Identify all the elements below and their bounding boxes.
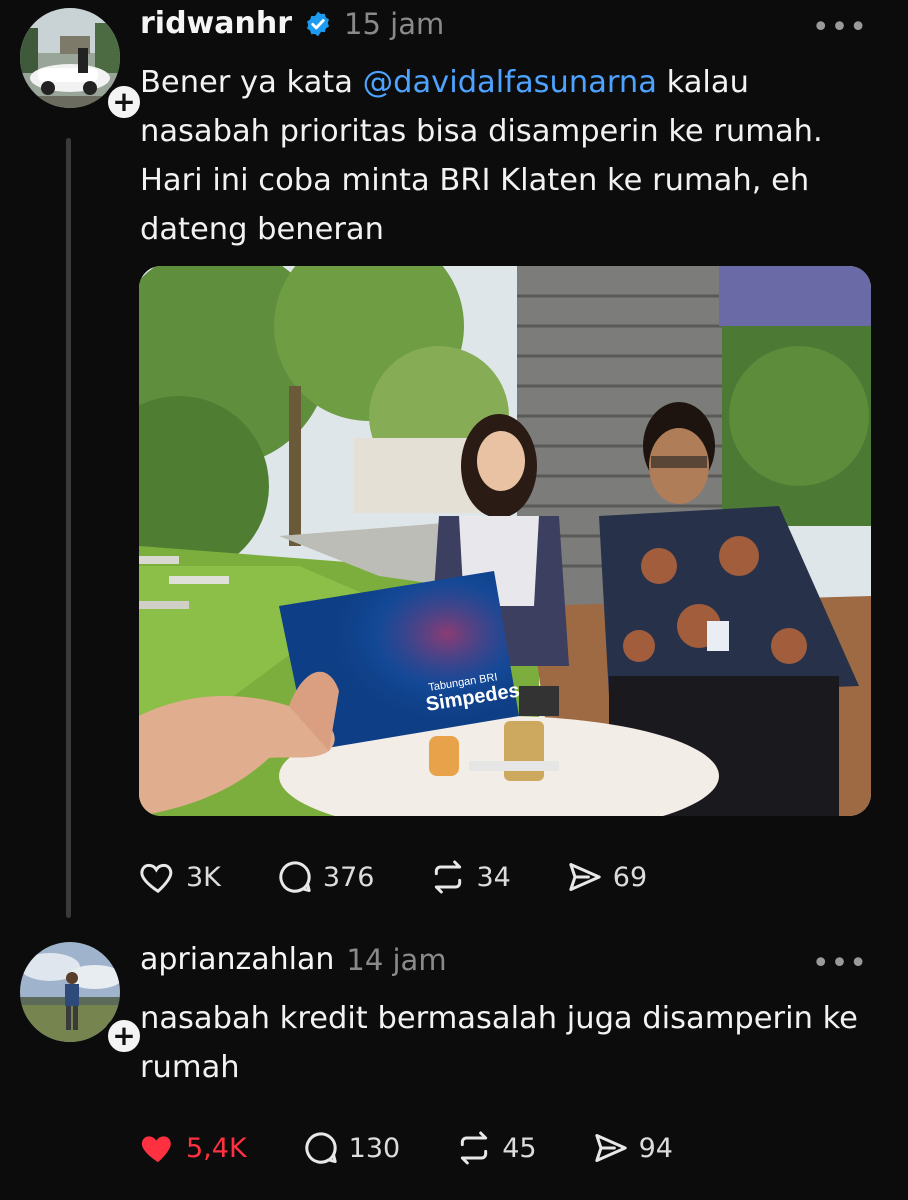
post-actions: 3K 376 34 69 xyxy=(138,857,701,897)
heart-icon xyxy=(140,863,173,894)
avatar-ridwanhr-wrap[interactable]: + xyxy=(20,8,144,122)
repost-button[interactable]: 45 xyxy=(454,1128,537,1168)
reply-icon xyxy=(279,861,311,893)
share-count: 69 xyxy=(612,861,648,893)
like-count: 3K xyxy=(186,861,221,893)
username[interactable]: ridwanhr xyxy=(140,6,292,41)
repost-icon xyxy=(461,1131,488,1165)
like-button[interactable]: 5,4K xyxy=(138,1128,247,1168)
repost-icon xyxy=(435,860,462,894)
send-icon xyxy=(569,863,601,891)
like-count: 5,4K xyxy=(186,1132,247,1164)
post-header: ridwanhr 15 jam xyxy=(140,6,444,41)
timestamp: 14 jam xyxy=(346,942,447,977)
username[interactable]: aprianzahlan xyxy=(140,942,334,977)
share-button[interactable]: 69 xyxy=(565,857,647,897)
post-photo[interactable]: Tabungan BRI Simpedes xyxy=(139,266,871,816)
thread-line xyxy=(66,138,71,918)
repost-count: 34 xyxy=(476,861,511,893)
photo-icon: Tabungan BRI Simpedes xyxy=(139,266,871,816)
post-text-part: Bener ya kata xyxy=(140,65,363,100)
like-button[interactable]: 3K xyxy=(138,857,221,897)
reply-count: 130 xyxy=(348,1132,401,1164)
post-header: aprianzahlan 14 jam xyxy=(140,942,447,977)
heart-filled-icon xyxy=(141,1136,171,1163)
share-count: 94 xyxy=(638,1132,673,1164)
reply-icon xyxy=(305,1132,337,1164)
share-button[interactable]: 94 xyxy=(591,1128,673,1168)
mention-link[interactable]: @davidalfasunarna xyxy=(363,65,657,100)
post-text: Bener ya kata @davidalfasunarna kalau na… xyxy=(140,58,880,254)
more-options-button[interactable]: ••• xyxy=(812,946,868,981)
repost-count: 45 xyxy=(502,1132,537,1164)
reply-button[interactable]: 130 xyxy=(301,1128,401,1168)
post-actions: 5,4K 130 45 94 xyxy=(138,1128,727,1168)
follow-button[interactable]: + xyxy=(104,82,144,122)
timestamp: 15 jam xyxy=(344,6,445,41)
post-text: nasabah kredit bermasalah juga disamperi… xyxy=(140,1001,858,1085)
reply-count: 376 xyxy=(322,861,375,893)
repost-button[interactable]: 34 xyxy=(428,857,511,897)
avatar-aprianzahlan-wrap[interactable]: + xyxy=(20,942,144,1056)
more-options-button[interactable]: ••• xyxy=(812,10,868,45)
send-icon xyxy=(594,1134,627,1162)
verified-badge-icon xyxy=(307,11,329,36)
reply-button[interactable]: 376 xyxy=(275,857,375,897)
follow-button[interactable]: + xyxy=(104,1016,144,1056)
